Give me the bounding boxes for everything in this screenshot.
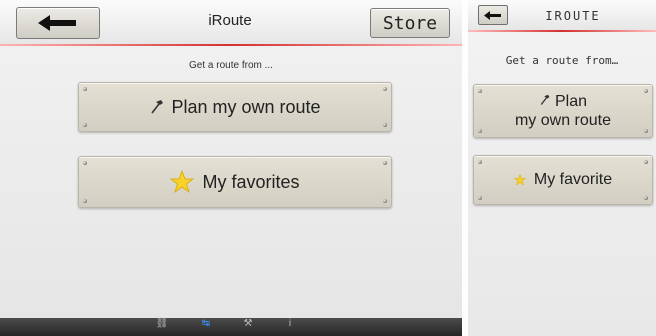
hammer-icon — [540, 94, 550, 105]
favorites-label: My favorites — [202, 171, 300, 192]
navigation-bar-portrait: IROUTE — [468, 0, 656, 31]
back-button-portrait[interactable] — [478, 5, 508, 25]
star-icon — [170, 170, 195, 194]
back-button[interactable] — [16, 7, 100, 39]
plan-route-button[interactable]: Plan my own route — [78, 82, 392, 132]
store-button[interactable]: Store — [370, 8, 450, 38]
plan-route-button-portrait[interactable]: Plan my own route — [473, 84, 653, 138]
walker-icon: ⛓ — [155, 318, 169, 329]
page-title: iRoute — [208, 12, 252, 29]
route-icon: ↹ — [201, 318, 211, 329]
subtitle-portrait: Get a route from… — [505, 54, 619, 67]
arrow-left-icon — [38, 15, 76, 31]
tab-walk[interactable]: ⛓ — [142, 318, 182, 336]
favorites-button[interactable]: My favorites — [78, 156, 392, 208]
tab-bar: ⛓ ↹ ⚒ i — [0, 318, 462, 336]
arrow-left-icon — [484, 10, 501, 20]
favorites-button-portrait[interactable]: My favorite — [473, 155, 653, 205]
portrait-screen: IROUTE Get a route from… Plan my own rou… — [468, 0, 656, 336]
subtitle: Get a route from ... — [189, 60, 273, 71]
plan-route-label: Plan my own route — [171, 96, 321, 117]
tab-tools[interactable]: ⚒ — [228, 318, 268, 336]
star-icon — [513, 174, 526, 186]
hammer-icon — [151, 100, 164, 114]
tab-route[interactable]: ↹ — [186, 318, 226, 336]
tab-info[interactable]: i — [270, 318, 310, 336]
info-icon: i — [288, 318, 292, 329]
wrench-icon: ⚒ — [243, 318, 253, 329]
plan-route-label-line1: Plan — [554, 93, 588, 110]
page-title-portrait: IROUTE — [545, 9, 601, 23]
favorites-label-portrait: My favorite — [533, 171, 613, 188]
header-accent-line — [0, 44, 462, 46]
header-accent-line-portrait — [468, 30, 656, 32]
navigation-bar: iRoute Store — [0, 0, 462, 45]
plan-route-label-line2: my own route — [514, 112, 612, 129]
landscape-screen: iRoute Store Get a route from ... Plan m… — [0, 0, 462, 336]
